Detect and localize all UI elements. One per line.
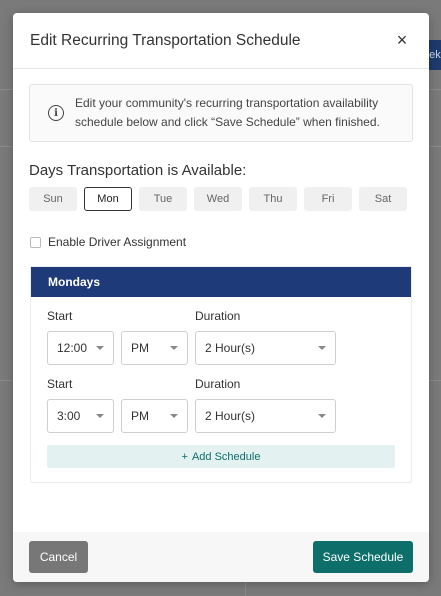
info-icon: i	[48, 105, 64, 121]
schedule-row: Start Duration 3:00 PM 2 Hour(s)	[47, 377, 395, 433]
plus-icon: +	[181, 450, 188, 463]
ampm-value: PM	[131, 409, 149, 423]
ampm-select[interactable]: PM	[121, 331, 188, 365]
day-button-sat[interactable]: Sat	[359, 187, 407, 211]
save-schedule-button[interactable]: Save Schedule	[313, 541, 413, 573]
duration-label: Duration	[195, 309, 241, 323]
duration-label: Duration	[195, 377, 241, 391]
chevron-down-icon	[170, 346, 178, 350]
schedule-row: Start Duration 12:00 PM 2 Hour(s)	[47, 309, 395, 365]
driver-assignment-row: Enable Driver Assignment	[30, 235, 412, 249]
ampm-value: PM	[131, 341, 149, 355]
start-label: Start	[47, 309, 73, 323]
chevron-down-icon	[318, 346, 326, 350]
info-text: Edit your community's recurring transpor…	[75, 96, 380, 129]
duration-value: 2 Hour(s)	[205, 341, 256, 355]
modal-header: Edit Recurring Transportation Schedule ×	[13, 13, 429, 69]
start-time-value: 3:00	[57, 409, 81, 423]
close-icon[interactable]: ×	[392, 30, 412, 51]
day-button-mon[interactable]: Mon	[84, 187, 132, 211]
edit-schedule-modal: Edit Recurring Transportation Schedule ×…	[13, 13, 429, 582]
start-label: Start	[47, 377, 73, 391]
duration-value: 2 Hour(s)	[205, 409, 256, 423]
chevron-down-icon	[96, 346, 104, 350]
duration-select[interactable]: 2 Hour(s)	[195, 399, 336, 433]
day-button-tue[interactable]: Tue	[139, 187, 187, 211]
modal-footer: Cancel Save Schedule	[13, 532, 429, 582]
info-box: i Edit your community's recurring transp…	[29, 84, 413, 142]
monday-schedule-panel: Mondays Start Duration 12:00 PM 2 Hour(s…	[30, 266, 412, 483]
ampm-select[interactable]: PM	[121, 399, 188, 433]
start-time-value: 12:00	[57, 341, 88, 355]
duration-select[interactable]: 2 Hour(s)	[195, 331, 336, 365]
day-button-fri[interactable]: Fri	[304, 187, 352, 211]
chevron-down-icon	[318, 414, 326, 418]
modal-title: Edit Recurring Transportation Schedule	[30, 31, 301, 49]
start-time-select[interactable]: 12:00	[47, 331, 114, 365]
chevron-down-icon	[170, 414, 178, 418]
driver-assignment-checkbox[interactable]	[30, 236, 41, 248]
add-schedule-button[interactable]: + Add Schedule	[47, 445, 395, 468]
start-time-select[interactable]: 3:00	[47, 399, 114, 433]
driver-assignment-label[interactable]: Enable Driver Assignment	[48, 235, 186, 249]
day-button-sun[interactable]: Sun	[29, 187, 77, 211]
panel-body: Start Duration 12:00 PM 2 Hour(s) Start …	[31, 297, 411, 482]
days-label: Days Transportation is Available:	[29, 162, 247, 179]
day-button-thu[interactable]: Thu	[249, 187, 297, 211]
days-selector: Sun Mon Tue Wed Thu Fri Sat	[29, 187, 413, 211]
panel-header: Mondays	[31, 267, 411, 297]
add-schedule-label: Add Schedule	[191, 450, 261, 463]
day-button-wed[interactable]: Wed	[194, 187, 242, 211]
chevron-down-icon	[96, 414, 104, 418]
cancel-button[interactable]: Cancel	[29, 541, 88, 573]
